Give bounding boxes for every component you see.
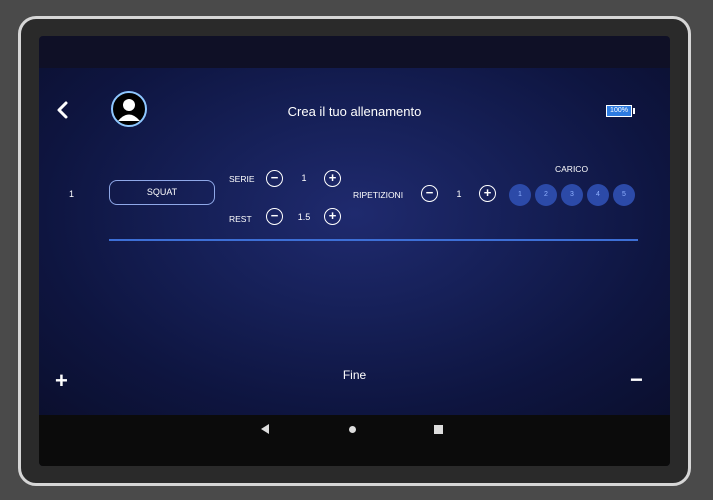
battery-indicator: 100% [606, 105, 632, 117]
carico-option-5[interactable]: 5 [613, 184, 635, 206]
square-icon[interactable] [434, 425, 443, 434]
circle-icon[interactable] [349, 426, 356, 433]
carico-option-2[interactable]: 2 [535, 184, 557, 206]
carico-option-4[interactable]: 4 [587, 184, 609, 206]
row-divider [109, 239, 638, 241]
exercise-row-number: 1 [69, 189, 75, 199]
serie-increment-button[interactable]: + [324, 170, 341, 187]
android-navigation-bar [39, 415, 670, 466]
exercise-name-button[interactable]: SQUAT [109, 180, 215, 205]
page-title: Crea il tuo allenamento [287, 104, 422, 119]
carico-label: CARICO [555, 164, 589, 174]
ripetizioni-value: 1 [456, 189, 462, 199]
serie-label: SERIE [229, 174, 255, 184]
carico-option-3[interactable]: 3 [561, 184, 583, 206]
finish-button[interactable]: Fine [39, 368, 670, 382]
rest-label: REST [229, 214, 252, 224]
serie-value: 1 [301, 173, 307, 183]
serie-decrement-button[interactable]: − [266, 170, 283, 187]
ripetizioni-label: RIPETIZIONI [353, 190, 404, 200]
rest-decrement-button[interactable]: − [266, 208, 283, 225]
device-screen: Crea il tuo allenamento 100% 1 SQUAT SER… [39, 36, 670, 466]
rest-value: 1.5 [297, 212, 311, 222]
battery-tip [633, 108, 635, 114]
ripetizioni-increment-button[interactable]: + [479, 185, 496, 202]
ripetizioni-decrement-button[interactable]: − [421, 185, 438, 202]
remove-exercise-button[interactable]: − [630, 369, 643, 391]
carico-option-1[interactable]: 1 [509, 184, 531, 206]
triangle-left-icon[interactable] [261, 424, 269, 434]
rest-increment-button[interactable]: + [324, 208, 341, 225]
